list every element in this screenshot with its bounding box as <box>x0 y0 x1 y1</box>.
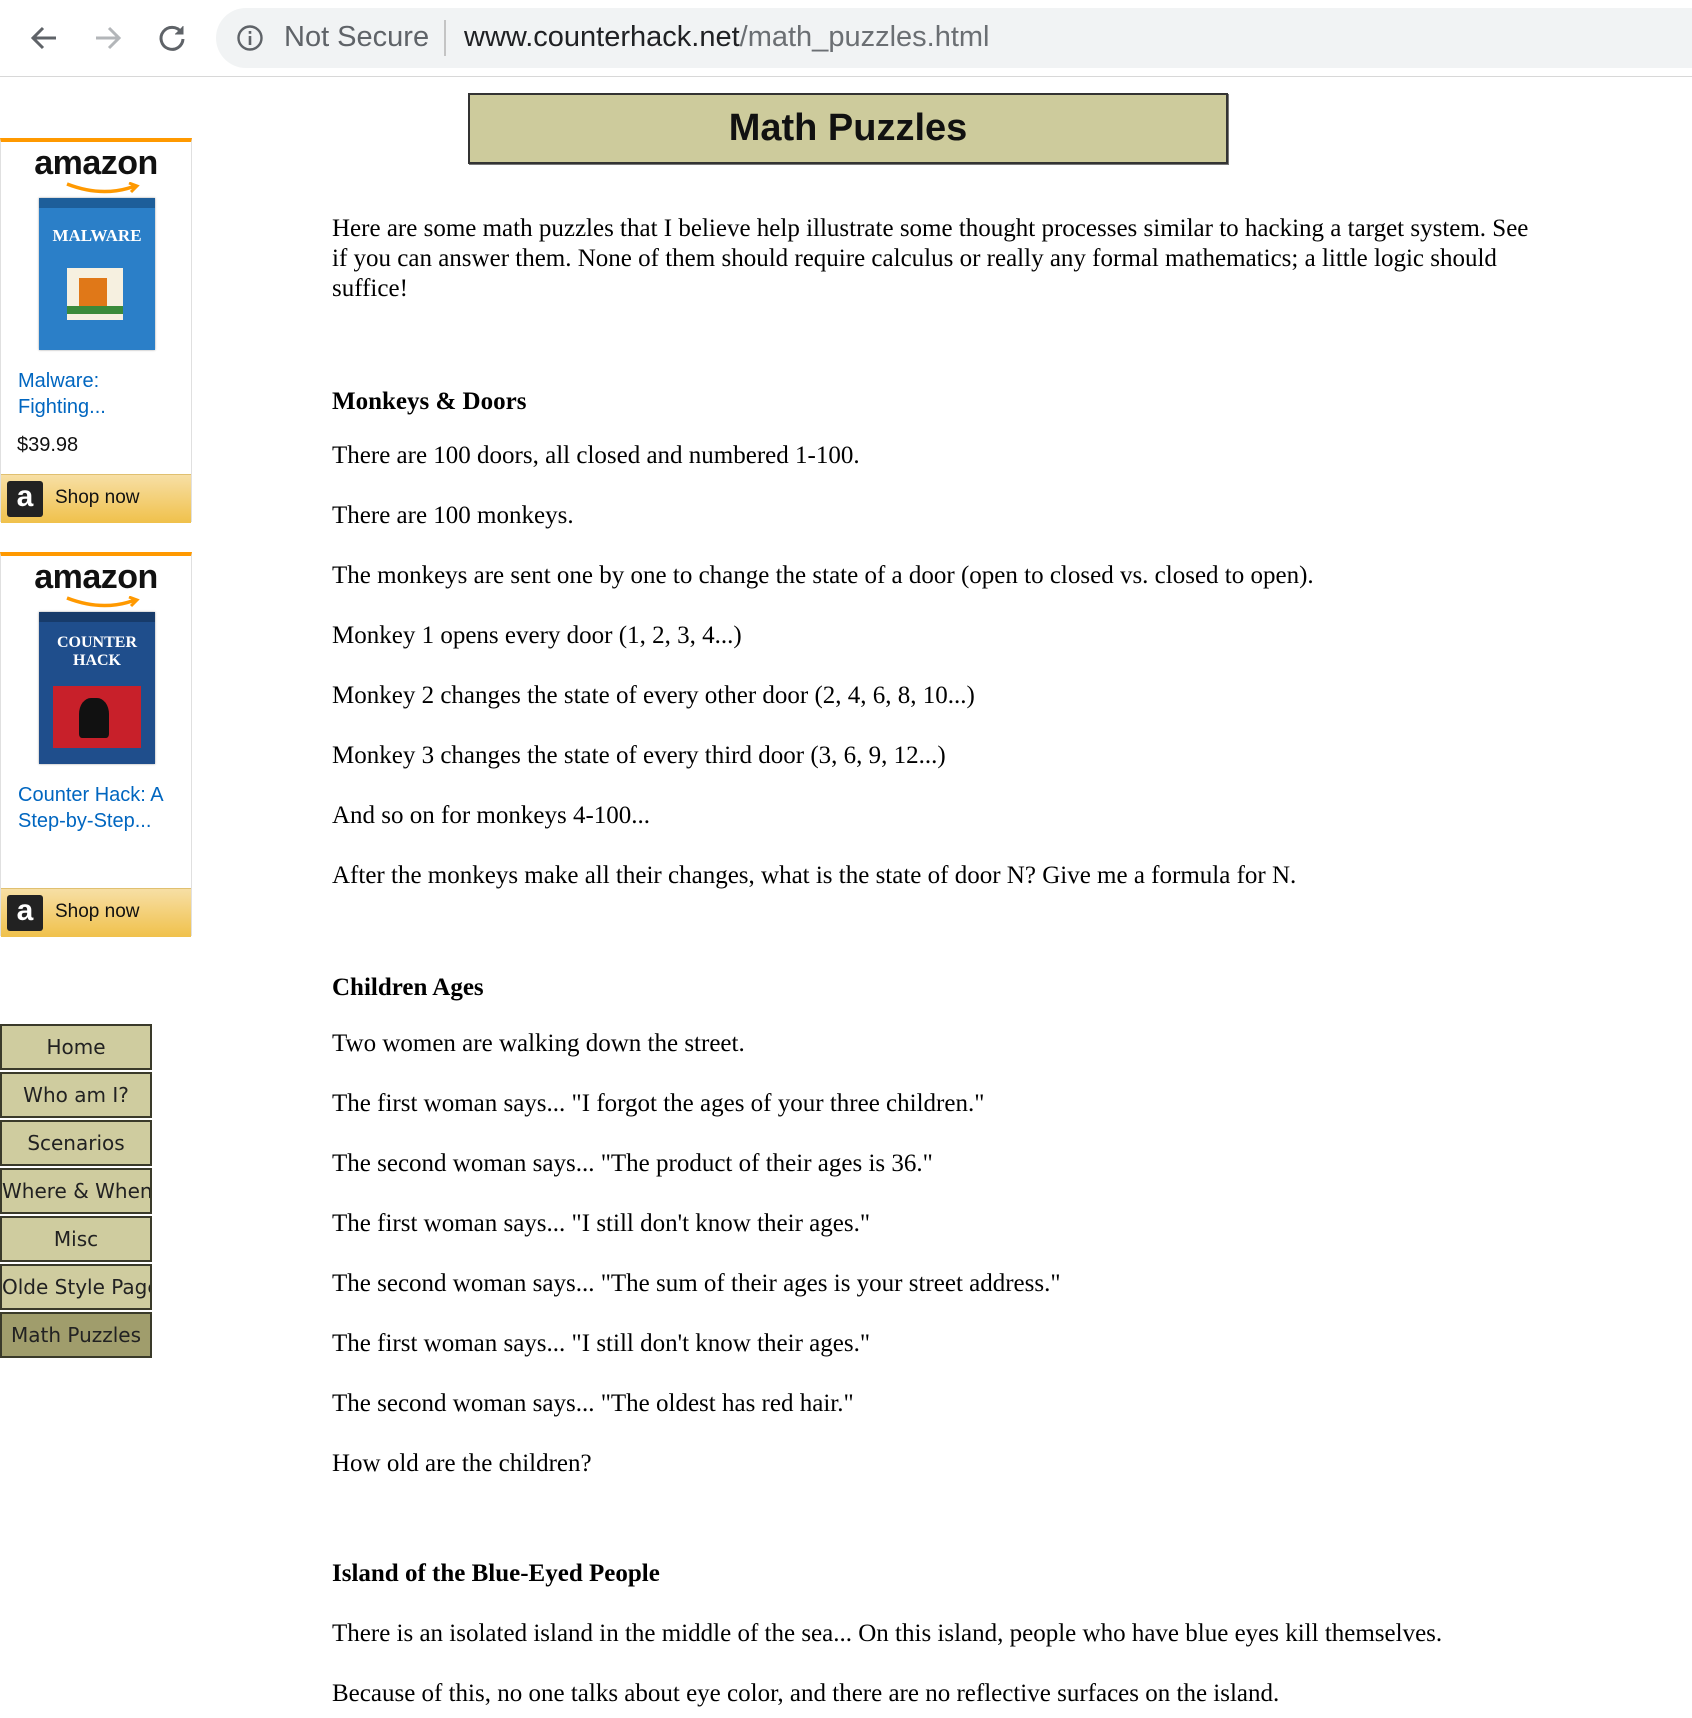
reload-icon <box>159 25 185 51</box>
nav-home[interactable]: Home <box>0 1024 152 1070</box>
puzzle-line: Monkey 1 opens every door (1, 2, 3, 4...… <box>332 622 742 649</box>
address-bar[interactable]: Not Secure www.counterhack.net/math_puzz… <box>216 8 1692 68</box>
puzzle-line: The second woman says... "The sum of the… <box>332 1270 1061 1297</box>
url-host: www.counterhack.net <box>464 21 740 53</box>
puzzle-line: Monkey 3 changes the state of every thir… <box>332 742 946 769</box>
puzzle-line: The second woman says... "The product of… <box>332 1150 933 1177</box>
ad-product-link[interactable]: Counter Hack: A Step-by-Step... <box>18 782 164 834</box>
shop-now-button[interactable]: a Shop now <box>1 888 191 937</box>
forward-button[interactable] <box>88 18 128 58</box>
amazon-logo: amazon <box>34 144 158 182</box>
amazon-smile-icon <box>66 182 140 194</box>
amazon-a-icon: a <box>7 481 43 517</box>
ad-product-link[interactable]: Malware: Fighting... <box>18 368 106 420</box>
url-path: /math_puzzles.html <box>739 21 990 53</box>
amazon-ad-malware[interactable]: amazon MALWARE Malware: Fighting... $39.9… <box>0 138 192 523</box>
url-text[interactable]: www.counterhack.net/math_puzzles.html <box>464 21 989 54</box>
amazon-smile-icon <box>66 596 140 608</box>
puzzle-line: Because of this, no one talks about eye … <box>332 1680 1280 1707</box>
nav-scenarios[interactable]: Scenarios <box>0 1120 152 1166</box>
puzzle-line: How old are the children? <box>332 1450 592 1477</box>
security-label[interactable]: Not Secure <box>284 21 429 54</box>
book-cover-image[interactable]: COUNTER HACK <box>39 612 155 764</box>
puzzle-line: After the monkeys make all their changes… <box>332 862 1297 889</box>
page-title-box: Math Puzzles <box>468 93 1228 164</box>
ad-price: $39.98 <box>17 434 79 456</box>
nav-who-am-i[interactable]: Who am I? <box>0 1072 152 1118</box>
puzzle-line: The first woman says... "I forgot the ag… <box>332 1090 985 1117</box>
page-title: Math Puzzles <box>728 107 968 149</box>
nav-olde-style-page[interactable]: Olde Style Page <box>0 1264 152 1310</box>
puzzle-line: The first woman says... "I still don't k… <box>332 1330 871 1357</box>
browser-toolbar: Not Secure www.counterhack.net/math_puzz… <box>0 0 1692 77</box>
intro-paragraph: Here are some math puzzles that I believ… <box>332 215 1529 302</box>
book-cover-image[interactable]: MALWARE <box>39 198 155 350</box>
puzzle-line: There are 100 monkeys. <box>332 502 574 529</box>
nav-misc[interactable]: Misc <box>0 1216 152 1262</box>
forward-arrow-icon <box>96 26 122 50</box>
amazon-logo: amazon <box>34 558 158 596</box>
back-arrow-icon <box>30 26 56 50</box>
puzzle-line: Two women are walking down the street. <box>332 1030 745 1057</box>
address-separator <box>444 20 446 56</box>
shop-now-button[interactable]: a Shop now <box>1 474 191 523</box>
puzzle-line: The first woman says... "I still don't k… <box>332 1210 871 1237</box>
back-button[interactable] <box>24 18 64 58</box>
puzzle-heading: Island of the Blue-Eyed People <box>332 1560 660 1587</box>
nav-where-when[interactable]: Where & When <box>0 1168 152 1214</box>
puzzle-line: The monkeys are sent one by one to chang… <box>332 562 1314 589</box>
puzzle-line: There are 100 doors, all closed and numb… <box>332 442 860 469</box>
nav-math-puzzles[interactable]: Math Puzzles <box>0 1312 152 1358</box>
amazon-ad-counter-hack[interactable]: amazon COUNTER HACK Counter Hack: A Step-… <box>0 552 192 937</box>
info-icon[interactable] <box>236 24 264 52</box>
puzzle-line: There is an isolated island in the middl… <box>332 1620 1443 1647</box>
puzzle-line: The second woman says... "The oldest has… <box>332 1390 854 1417</box>
puzzle-heading: Monkeys & Doors <box>332 388 527 415</box>
reload-button[interactable] <box>152 18 192 58</box>
side-navigation: Home Who am I? Scenarios Where & When Mi… <box>0 1024 152 1360</box>
puzzle-heading: Children Ages <box>332 974 484 1001</box>
amazon-a-icon: a <box>7 895 43 931</box>
puzzle-line: And so on for monkeys 4-100... <box>332 802 651 829</box>
puzzle-line: Monkey 2 changes the state of every othe… <box>332 682 975 709</box>
